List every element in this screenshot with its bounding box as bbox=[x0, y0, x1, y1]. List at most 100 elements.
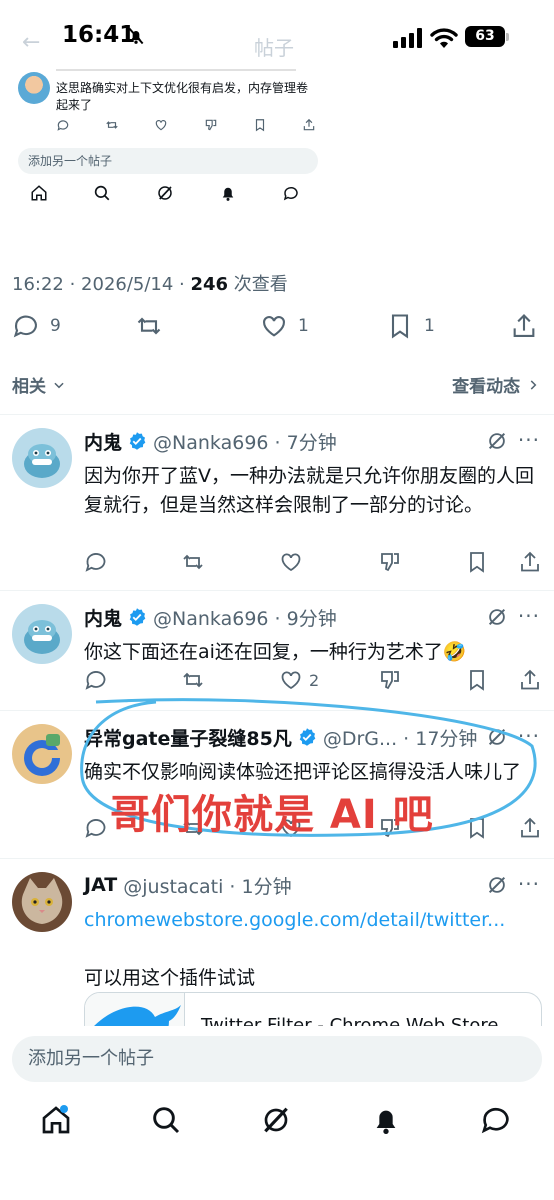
divider bbox=[0, 858, 554, 859]
messages-icon bbox=[283, 186, 298, 201]
reply-button[interactable] bbox=[84, 550, 108, 574]
bookmark-icon bbox=[391, 314, 409, 339]
grok-icon bbox=[264, 1107, 288, 1133]
like-icon bbox=[281, 671, 301, 690]
share-button[interactable] bbox=[518, 550, 542, 574]
verified-badge-icon bbox=[299, 728, 316, 746]
battery-indicator: 63 bbox=[465, 26, 505, 47]
display-name[interactable]: 异常gate量子裂缝85凡 bbox=[84, 724, 292, 751]
tab-search[interactable] bbox=[150, 1104, 182, 1140]
display-name[interactable]: 内鬼 bbox=[84, 604, 122, 631]
reply-body: chromewebstore.google.com/detail/twitter… bbox=[84, 906, 539, 993]
related-label: 相关 bbox=[12, 377, 46, 397]
like-icon bbox=[156, 120, 167, 131]
reply-text: 因为你开了蓝V，一种办法就是只允许你朋友圈的人回复就行，但是当然这样会限制了一部… bbox=[84, 465, 534, 516]
grok-icon[interactable] bbox=[486, 430, 508, 456]
grok-icon[interactable] bbox=[486, 606, 508, 632]
reply-icon bbox=[85, 671, 106, 690]
like-button[interactable]: 1 bbox=[260, 312, 309, 340]
reply-icon bbox=[13, 315, 37, 338]
embedded-name-line bbox=[56, 64, 296, 76]
chevron-down-icon bbox=[54, 382, 64, 389]
tab-grok[interactable] bbox=[260, 1104, 292, 1140]
like-button[interactable]: 2 bbox=[279, 668, 319, 692]
repost-icon bbox=[137, 317, 161, 335]
avatar[interactable] bbox=[12, 872, 72, 932]
bookmark-button[interactable] bbox=[465, 816, 489, 840]
view-count: 246 bbox=[190, 274, 229, 295]
search-icon bbox=[153, 1107, 180, 1134]
verified-badge-icon bbox=[129, 432, 146, 450]
messages-icon bbox=[481, 1107, 509, 1134]
bookmark-button[interactable] bbox=[465, 668, 489, 692]
reply-icon bbox=[57, 120, 69, 131]
more-options-icon[interactable]: ··· bbox=[518, 428, 540, 452]
reply-button[interactable]: 9 bbox=[12, 312, 61, 340]
reply-icon bbox=[85, 553, 106, 572]
notifications-icon bbox=[376, 1110, 396, 1134]
divider bbox=[0, 590, 554, 591]
repost-icon bbox=[183, 554, 203, 570]
display-name[interactable]: JAT bbox=[84, 874, 117, 896]
search-icon bbox=[94, 185, 110, 201]
avatar[interactable] bbox=[12, 724, 72, 784]
chevron-right-icon bbox=[530, 380, 537, 390]
reply-count: 9 bbox=[50, 316, 61, 336]
repost-button[interactable] bbox=[180, 668, 206, 692]
share-button[interactable] bbox=[510, 312, 538, 340]
compose-reply-input[interactable]: 添加另一个帖子 bbox=[12, 1036, 542, 1082]
dislike-button[interactable] bbox=[378, 668, 402, 692]
bookmark-button[interactable]: 1 bbox=[386, 312, 435, 340]
handle-and-time: @DrG... · 17分钟 bbox=[322, 727, 478, 750]
bookmark-button[interactable] bbox=[465, 550, 489, 574]
back-arrow-ghost: ← bbox=[22, 30, 41, 55]
home-unread-dot bbox=[60, 1105, 68, 1113]
view-activity-label: 查看动态 bbox=[452, 377, 521, 397]
like-count: 1 bbox=[298, 316, 309, 336]
tab-notifications[interactable] bbox=[370, 1104, 402, 1140]
page-title-ghost: 帖子 bbox=[254, 36, 294, 60]
like-button[interactable] bbox=[279, 550, 303, 574]
avatar[interactable] bbox=[12, 604, 72, 664]
dislike-icon bbox=[205, 119, 216, 131]
repost-button[interactable] bbox=[180, 550, 206, 574]
share-icon bbox=[513, 314, 535, 337]
view-activity-link[interactable]: 查看动态 bbox=[452, 372, 540, 397]
display-name[interactable]: 内鬼 bbox=[84, 428, 122, 455]
reply-icon bbox=[85, 819, 106, 838]
divider bbox=[0, 710, 554, 711]
tab-bar bbox=[0, 1104, 554, 1148]
avatar[interactable] bbox=[12, 428, 72, 488]
more-options-icon[interactable]: ··· bbox=[518, 872, 540, 896]
share-button[interactable] bbox=[518, 816, 542, 840]
reply-text: 你这下面还在ai还在回复，一种行为艺术了🤣 bbox=[84, 641, 467, 663]
divider bbox=[0, 414, 554, 415]
dislike-icon bbox=[381, 671, 399, 690]
embedded-reply-box: 添加另一个帖子 bbox=[18, 148, 318, 174]
verified-badge-icon bbox=[129, 608, 146, 626]
bottom-bar: 添加另一个帖子 bbox=[0, 1026, 554, 1200]
tab-messages[interactable] bbox=[480, 1104, 512, 1140]
more-options-icon[interactable]: ··· bbox=[518, 724, 540, 748]
like-icon bbox=[281, 553, 301, 572]
related-sort-dropdown[interactable]: 相关 bbox=[12, 372, 66, 397]
share-button[interactable] bbox=[518, 668, 542, 692]
annotation-text: 哥们你就是 AI 吧 bbox=[110, 792, 434, 838]
grok-icon[interactable] bbox=[486, 726, 508, 752]
more-options-icon[interactable]: ··· bbox=[518, 604, 540, 628]
like-count: 2 bbox=[309, 670, 320, 690]
reply-link[interactable]: chromewebstore.google.com/detail/twitter… bbox=[84, 906, 539, 935]
bookmark-icon bbox=[470, 670, 484, 691]
reply-button[interactable] bbox=[84, 668, 108, 692]
bookmark-icon bbox=[470, 818, 484, 839]
grok-icon[interactable] bbox=[486, 874, 508, 900]
reply-button[interactable] bbox=[84, 816, 108, 840]
share-icon bbox=[521, 817, 539, 838]
repost-icon bbox=[106, 121, 118, 129]
cellular-signal-icon bbox=[393, 28, 423, 52]
embedded-tabbar bbox=[30, 184, 300, 202]
repost-button[interactable] bbox=[134, 312, 164, 340]
reply-header: JAT @justacati · 1分钟 bbox=[84, 872, 292, 898]
dislike-icon bbox=[381, 553, 399, 572]
dislike-button[interactable] bbox=[378, 550, 402, 574]
